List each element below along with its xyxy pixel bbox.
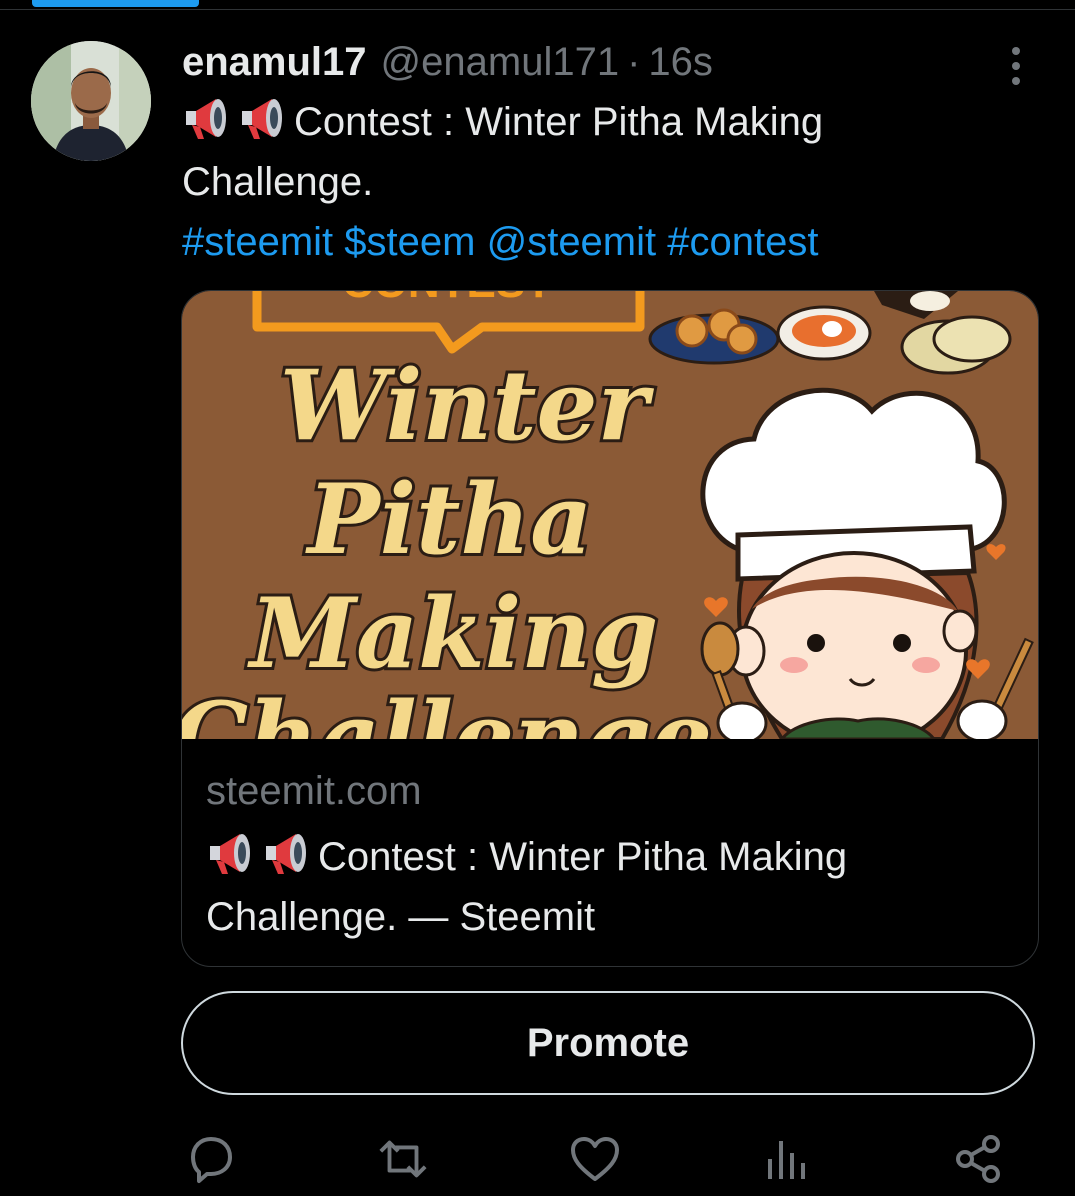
card-title[interactable]: Contest : Winter Pitha Making Challenge.… — [206, 827, 1016, 947]
card-image-line4: Challenge — [182, 681, 712, 739]
card-title-line1: Contest : Winter Pitha Making — [318, 835, 848, 879]
timestamp[interactable]: 16s — [648, 40, 713, 85]
card-title-line2: Challenge. — Steemit — [206, 895, 596, 939]
top-tab-indicator — [32, 0, 199, 7]
megaphone-icon — [210, 834, 250, 874]
retweet-icon — [379, 1140, 427, 1178]
action-bar — [0, 1132, 1075, 1188]
card-image[interactable]: CONTEST Winter Pitha Making Challenge — [182, 291, 1038, 739]
like-icon — [571, 1137, 619, 1181]
reply-icon — [191, 1137, 232, 1183]
link-card[interactable]: CONTEST Winter Pitha Making Challenge — [181, 290, 1039, 967]
megaphone-icon — [242, 99, 282, 139]
more-icon[interactable] — [996, 42, 1036, 90]
card-image-line3: Making — [247, 577, 658, 690]
tweet-text-line2: Challenge. — [182, 160, 374, 204]
mention-steemit[interactable]: @steemit — [487, 220, 657, 264]
card-image-banner: CONTEST — [342, 291, 552, 307]
hashtag-steemit[interactable]: #steemit — [182, 220, 333, 264]
card-image-line2: Pitha — [305, 463, 593, 576]
analytics-button[interactable] — [760, 1132, 814, 1186]
like-button[interactable] — [568, 1132, 622, 1186]
display-name[interactable]: enamul17 — [182, 40, 367, 85]
reply-button[interactable] — [184, 1132, 238, 1186]
avatar[interactable] — [31, 41, 151, 161]
separator: · — [627, 39, 641, 84]
promote-button[interactable]: Promote — [181, 991, 1035, 1095]
tweet-header: enamul17 @enamul171 · 16s — [182, 36, 713, 88]
megaphone-icon — [186, 99, 226, 139]
megaphone-icon — [266, 834, 306, 874]
top-divider — [0, 9, 1075, 10]
tweet-text-line1: Contest : Winter Pitha Making — [294, 100, 824, 144]
cashtag-steem[interactable]: $steem — [344, 220, 475, 264]
tweet-text: Contest : Winter Pitha Making Challenge.… — [182, 92, 1042, 272]
share-icon — [956, 1135, 1000, 1183]
hashtag-contest[interactable]: #contest — [667, 220, 818, 264]
card-domain[interactable]: steemit.com — [206, 769, 422, 814]
card-image-line1: Winter — [280, 349, 655, 462]
analytics-icon — [768, 1141, 805, 1179]
user-handle[interactable]: @enamul171 — [381, 40, 620, 85]
share-button[interactable] — [952, 1132, 1006, 1186]
retweet-button[interactable] — [376, 1132, 430, 1186]
